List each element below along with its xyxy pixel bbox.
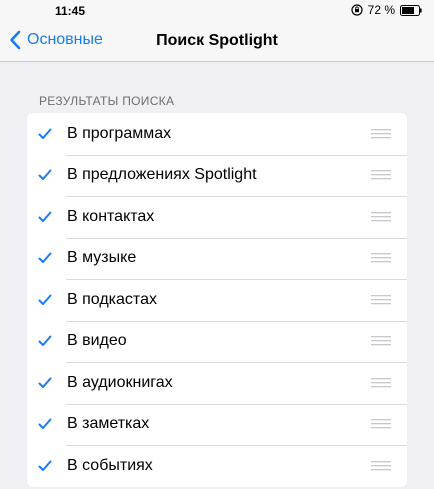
screen: 11:45 72 % Основные Поиск Spotlight РЕЗУ… xyxy=(0,0,434,489)
reorder-grip-icon[interactable] xyxy=(371,419,391,429)
battery-icon xyxy=(400,4,422,16)
status-right: 72 % xyxy=(351,3,422,17)
list-item-4[interactable]: В музыке xyxy=(27,237,407,280)
list-item-label: В музыке xyxy=(67,249,137,267)
checkmark-icon xyxy=(38,418,52,430)
list-item-3[interactable]: В контактах xyxy=(27,196,407,238)
checkmark-icon xyxy=(38,377,52,388)
checkmark-icon xyxy=(38,460,52,471)
list-item-2[interactable]: В предложениях Spotlight xyxy=(27,154,407,197)
status-time: 11:45 xyxy=(54,4,86,18)
list-item-label: В подкастах xyxy=(67,290,157,308)
reorder-grip-icon[interactable] xyxy=(371,128,391,139)
reorder-grip-icon[interactable] xyxy=(371,460,391,471)
checkmark-icon xyxy=(38,128,52,139)
list-item-1[interactable]: В программах xyxy=(27,113,407,155)
list-item-label: В заметках xyxy=(67,415,150,433)
list-item-label: В аудиокнигах xyxy=(67,373,173,391)
navigation-bar: Основные Поиск Spotlight xyxy=(0,22,434,62)
checkmark-icon xyxy=(38,335,52,347)
reorder-grip-icon[interactable] xyxy=(371,336,391,346)
checkmark-icon xyxy=(38,211,52,222)
back-button-label: Основные xyxy=(27,31,103,48)
search-results-list: В программах В предложениях Spotlight В … xyxy=(27,113,407,487)
list-item-8[interactable]: В заметках xyxy=(27,403,407,446)
list-item-6[interactable]: В видео xyxy=(27,320,407,363)
rotation-lock-icon xyxy=(351,4,363,16)
reorder-grip-icon[interactable] xyxy=(371,294,391,305)
checkmark-icon xyxy=(38,294,52,305)
checkmark-icon xyxy=(38,252,52,264)
chevron-left-icon xyxy=(10,30,21,50)
status-bar: 11:45 72 % xyxy=(0,0,434,22)
list-item-label: В программах xyxy=(67,124,172,142)
reorder-grip-icon[interactable] xyxy=(371,253,391,263)
list-item-label: В событиях xyxy=(67,456,153,474)
list-item-label: В предложениях Spotlight xyxy=(67,166,257,184)
reorder-grip-icon[interactable] xyxy=(371,377,391,388)
list-item-label: В контактах xyxy=(67,207,155,225)
checkmark-icon xyxy=(38,169,52,181)
list-item-9[interactable]: В событиях xyxy=(27,445,407,487)
back-button[interactable]: Основные xyxy=(9,30,103,50)
section-header: РЕЗУЛЬТАТЫ ПОИСКА xyxy=(39,94,175,108)
reorder-grip-icon[interactable] xyxy=(371,211,391,222)
list-item-5[interactable]: В подкастах xyxy=(27,279,407,321)
reorder-grip-icon[interactable] xyxy=(371,170,391,180)
battery-percent: 72 % xyxy=(367,3,395,17)
list-item-label: В видео xyxy=(67,332,127,350)
list-item-7[interactable]: В аудиокнигах xyxy=(27,362,407,404)
